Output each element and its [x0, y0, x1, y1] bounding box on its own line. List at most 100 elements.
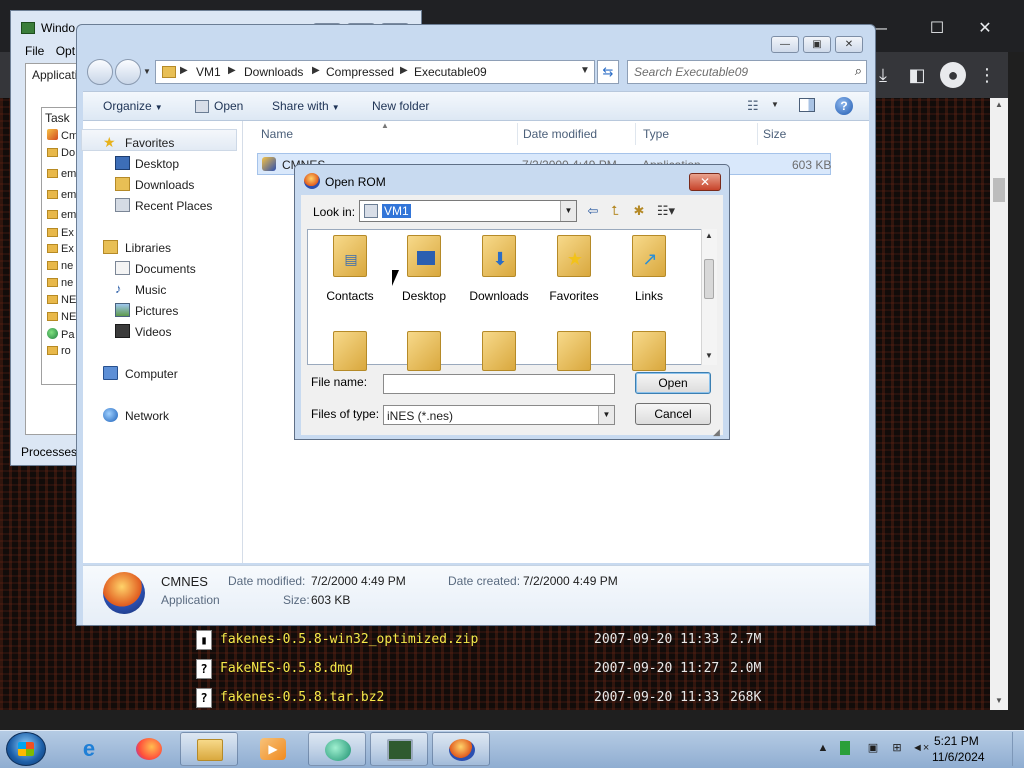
chevron-down-icon[interactable]: ▼	[771, 100, 779, 109]
tray-app-icon[interactable]	[840, 741, 850, 755]
column-name[interactable]: Name	[261, 127, 293, 141]
browser-close-icon[interactable]: ✕	[970, 14, 1000, 44]
list-item[interactable]	[539, 331, 609, 371]
explorer-maximize-icon[interactable]: ▣	[803, 36, 831, 53]
dialog-scrollbar-thumb[interactable]	[704, 259, 714, 299]
help-icon[interactable]: ?	[835, 97, 853, 115]
view-options-icon[interactable]: ☷	[747, 98, 759, 114]
nav-favorites[interactable]: ★ Favorites	[99, 133, 257, 153]
scroll-up-icon[interactable]: ▲	[990, 98, 1008, 112]
side-panel-icon[interactable]: ◧	[904, 62, 930, 88]
listing-name[interactable]: fakenes-0.5.8.tar.bz2	[220, 690, 384, 705]
show-desktop-button[interactable]	[1012, 732, 1022, 766]
show-hidden-icons-icon[interactable]: ▲	[816, 741, 830, 755]
list-item[interactable]: ↗ Links	[614, 235, 684, 307]
forward-button[interactable]	[115, 59, 141, 85]
dialog-scrollbar[interactable]: ▲ ▼	[701, 229, 717, 365]
look-in-select[interactable]: VM1 ▼	[359, 200, 577, 222]
listing-row[interactable]: ? fakenes-0.5.8.tar.bz2 2007-09-20 11:33…	[196, 686, 761, 714]
files-of-type-select[interactable]: iNES (*.nes) ▼	[383, 405, 615, 425]
search-icon[interactable]: ⌕	[855, 63, 862, 79]
back-arrow-icon[interactable]: ⇦	[583, 202, 603, 220]
nav-computer[interactable]: Computer	[99, 364, 257, 384]
recent-pages-chevron-icon[interactable]: ▼	[143, 67, 151, 76]
list-item[interactable]	[389, 331, 459, 371]
chevron-down-icon[interactable]: ▼	[598, 406, 614, 424]
preview-pane-icon[interactable]	[799, 98, 815, 112]
menu-file[interactable]: File	[25, 44, 44, 58]
back-button[interactable]	[87, 59, 113, 85]
taskbar-media-player[interactable]: ▶	[244, 732, 302, 766]
tray-display-icon[interactable]: ▣	[866, 741, 880, 755]
explorer-minimize-icon[interactable]: —	[771, 36, 799, 53]
column-separator[interactable]	[635, 123, 636, 145]
listing-name[interactable]: FakeNES-0.5.8.dmg	[220, 661, 353, 676]
breadcrumb-separator-icon[interactable]: ▶	[400, 65, 408, 76]
list-item[interactable]: ★ Favorites	[539, 235, 609, 307]
list-item[interactable]: ⬇ Downloads	[464, 235, 534, 307]
scroll-up-icon[interactable]: ▲	[702, 231, 716, 240]
dialog-close-icon[interactable]: ✕	[689, 173, 721, 191]
refresh-icon[interactable]: ⇆	[597, 60, 619, 84]
breadcrumb-downloads[interactable]: Downloads	[244, 65, 303, 79]
column-date-modified[interactable]: Date modified	[523, 127, 597, 141]
scroll-down-icon[interactable]: ▼	[990, 694, 1008, 708]
list-item[interactable]	[614, 331, 684, 371]
column-type[interactable]: Type	[643, 127, 669, 141]
file-name-input[interactable]	[383, 374, 615, 394]
resize-grip-icon[interactable]: ◢	[713, 427, 720, 438]
chevron-down-icon[interactable]: ▼	[560, 201, 576, 221]
column-separator[interactable]	[517, 123, 518, 145]
breadcrumb-executable09[interactable]: Executable09	[414, 65, 487, 79]
nav-network[interactable]: Network	[99, 406, 257, 426]
list-item-label: ne	[61, 277, 74, 289]
taskbar-task-manager[interactable]	[370, 732, 428, 766]
listing-row[interactable]: ▮ fakenes-0.5.8-win32_optimized.zip 2007…	[196, 628, 761, 656]
volume-muted-icon[interactable]: ◄×	[912, 741, 929, 755]
profile-avatar-icon[interactable]: ●	[940, 62, 966, 88]
search-input[interactable]: Search Executable09 ⌕	[627, 60, 867, 84]
list-item[interactable]: ▤ Contacts	[315, 235, 385, 307]
network-icon[interactable]: ⊞	[890, 741, 904, 755]
list-item[interactable]	[464, 331, 534, 371]
list-item[interactable]: Desktop	[389, 235, 459, 307]
breadcrumb-vm1[interactable]: VM1	[196, 65, 221, 79]
listing-name[interactable]: fakenes-0.5.8-win32_optimized.zip	[220, 632, 478, 647]
explorer-close-icon[interactable]: ✕	[835, 36, 863, 53]
browser-maximize-icon[interactable]: ☐	[922, 14, 952, 44]
menu-options[interactable]: Opt	[56, 44, 75, 58]
start-button[interactable]	[6, 732, 46, 766]
share-with-button[interactable]: Share with ▼	[272, 99, 340, 113]
column-separator[interactable]	[757, 123, 758, 145]
open-button[interactable]: Open	[214, 99, 243, 113]
browser-scrollbar-thumb[interactable]	[993, 178, 1005, 202]
breadcrumb-separator-icon[interactable]: ▶	[228, 65, 236, 76]
organize-button[interactable]: Organize ▼	[103, 99, 163, 113]
taskbar-explorer[interactable]	[180, 732, 238, 766]
taskbar-firefox[interactable]	[120, 732, 178, 766]
breadcrumb-separator-icon[interactable]: ▶	[180, 65, 188, 76]
clock-time[interactable]: 5:21 PM	[934, 734, 979, 748]
new-folder-icon[interactable]: ✱	[629, 202, 649, 220]
column-size[interactable]: Size	[763, 127, 786, 141]
open-button[interactable]: Open	[635, 372, 711, 394]
task-column-header[interactable]: Task	[45, 111, 70, 125]
breadcrumb-compressed[interactable]: Compressed	[326, 65, 394, 79]
listing-row[interactable]: ? FakeNES-0.5.8.dmg 2007-09-20 11:27 2.0…	[196, 657, 761, 685]
taskbar-internet-explorer[interactable]: e	[60, 732, 118, 766]
breadcrumb-separator-icon[interactable]: ▶	[312, 65, 320, 76]
up-folder-icon[interactable]: ⮤	[605, 202, 625, 220]
address-bar[interactable]: ▶ VM1 ▶ Downloads ▶ Compressed ▶ Executa…	[155, 60, 595, 84]
cancel-button[interactable]: Cancel	[635, 403, 711, 425]
browser-menu-icon[interactable]: ⋮	[974, 62, 1000, 88]
view-menu-icon[interactable]: ☷▾	[653, 202, 679, 220]
new-folder-button[interactable]: New folder	[372, 99, 429, 113]
scroll-down-icon[interactable]: ▼	[702, 351, 716, 360]
taskbar-app-green[interactable]	[308, 732, 366, 766]
taskbar-cmnes[interactable]	[432, 732, 490, 766]
nav-libraries[interactable]: Libraries	[99, 238, 257, 258]
open-rom-dialog[interactable]: Open ROM ✕ Look in: VM1 ▼ ⇦ ⮤ ✱ ☷▾ ▤ Con…	[294, 164, 730, 440]
address-dropdown-icon[interactable]: ▼	[580, 65, 590, 76]
list-item[interactable]	[315, 331, 385, 371]
clock-date[interactable]: 11/6/2024	[932, 750, 985, 764]
